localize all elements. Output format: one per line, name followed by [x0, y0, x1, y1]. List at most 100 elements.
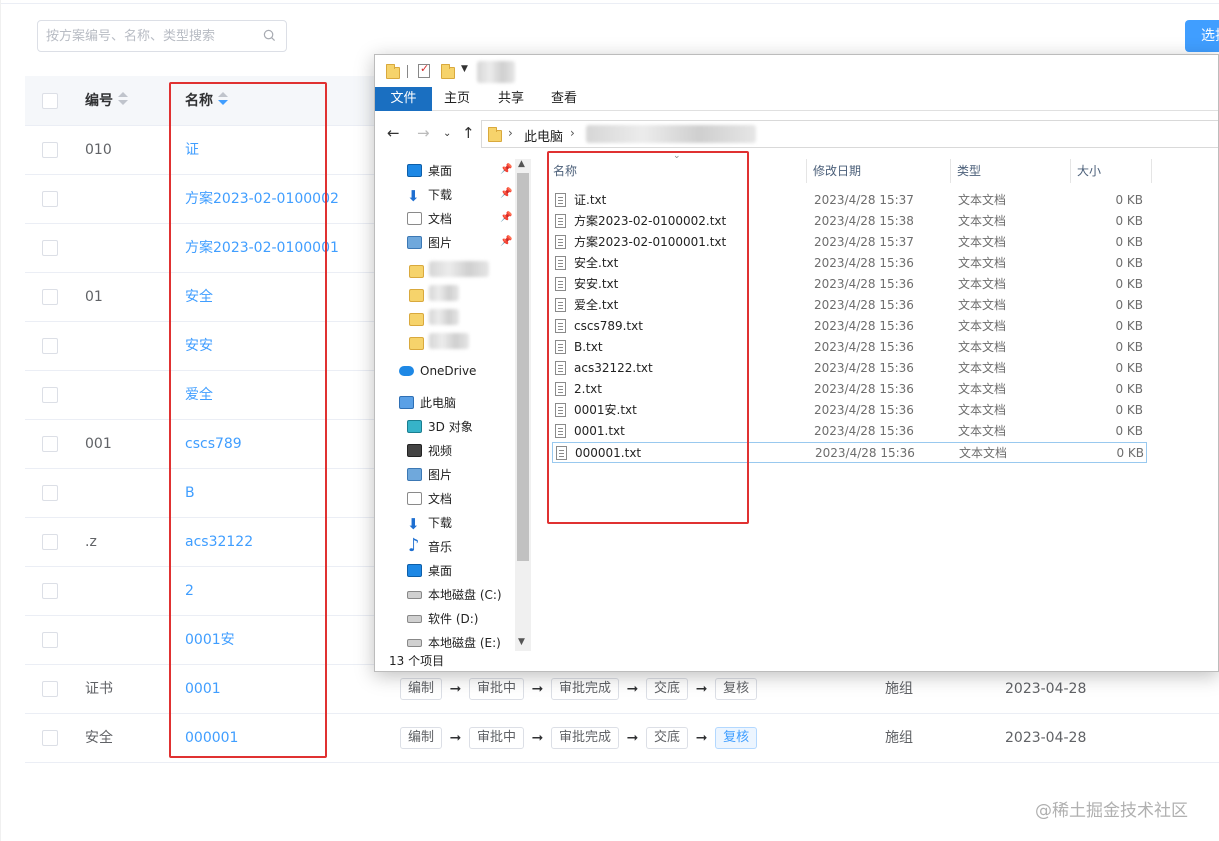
cell-team: 施组	[885, 730, 913, 746]
scroll-down-icon[interactable]: ▼	[518, 637, 525, 647]
picture-icon	[407, 468, 422, 481]
nav-item[interactable]: 图片	[407, 463, 452, 487]
row-checkbox[interactable]	[42, 289, 58, 305]
nav-item-onedrive[interactable]: OneDrive	[399, 359, 476, 383]
nav-item[interactable]: 本地磁盘 (C:)	[407, 583, 502, 607]
col-type[interactable]: 类型	[957, 159, 981, 183]
row-checkbox[interactable]	[42, 583, 58, 599]
nav-item[interactable]: 音乐	[407, 534, 452, 559]
arrow-right-icon: ➞	[695, 681, 708, 697]
file-size: 0 KB	[1115, 256, 1143, 270]
nav-item[interactable]: 下载	[407, 511, 452, 536]
column-divider[interactable]	[806, 159, 807, 183]
sort-icon[interactable]	[118, 92, 128, 106]
workflow-step[interactable]: 审批完成	[551, 727, 620, 749]
forward-arrow-icon[interactable]: →	[417, 124, 430, 142]
workflow-step[interactable]: 交底	[646, 678, 689, 700]
back-arrow-icon[interactable]: ←	[387, 124, 400, 142]
new-folder-icon[interactable]	[441, 64, 455, 79]
drive-icon	[407, 614, 422, 623]
nav-item[interactable]: 图片	[407, 231, 452, 255]
file-size: 0 KB	[1115, 382, 1143, 396]
row-checkbox[interactable]	[42, 387, 58, 403]
row-checkbox[interactable]	[42, 240, 58, 256]
chevron-down-icon[interactable]: ▼	[461, 64, 468, 74]
select-all-checkbox[interactable]	[42, 93, 58, 109]
music-icon	[407, 534, 422, 558]
search-field[interactable]	[37, 20, 287, 52]
nav-item[interactable]: 软件 (D:)	[407, 607, 478, 631]
highlight-box-name-column	[169, 82, 327, 758]
row-checkbox[interactable]	[42, 681, 58, 697]
tab-view[interactable]: 查看	[544, 87, 584, 111]
row-checkbox[interactable]	[42, 485, 58, 501]
workflow-step[interactable]: 编制	[400, 727, 443, 749]
address-bar[interactable]: › 此电脑 ›	[481, 120, 1218, 148]
nav-item[interactable]: 桌面	[407, 559, 452, 583]
row-checkbox[interactable]	[42, 730, 58, 746]
tab-share[interactable]: 共享	[491, 87, 531, 111]
row-checkbox[interactable]	[42, 436, 58, 452]
workflow-step[interactable]: 编制	[400, 678, 443, 700]
workflow-step[interactable]: 审批中	[469, 678, 525, 700]
workflow-step[interactable]: 复核	[715, 678, 758, 700]
pin-icon[interactable]: 📌	[500, 188, 512, 199]
file-type: 文本文档	[958, 403, 1007, 417]
pin-icon[interactable]: 📌	[500, 164, 512, 175]
col-modified[interactable]: 修改日期	[813, 159, 861, 183]
folder-icon	[409, 289, 424, 302]
3d-objects-icon	[407, 420, 422, 433]
row-checkbox[interactable]	[42, 142, 58, 158]
nav-item[interactable]: 文档	[407, 207, 452, 231]
row-checkbox[interactable]	[42, 534, 58, 550]
cell-date: 2023-04-28	[1005, 681, 1087, 697]
quick-access-toolbar: ▼	[375, 55, 1218, 87]
pin-icon[interactable]: 📌	[500, 212, 512, 223]
breadcrumb-chevron-icon[interactable]: ›	[508, 126, 513, 140]
select-button[interactable]: 选择	[1185, 20, 1219, 52]
row-checkbox[interactable]	[42, 632, 58, 648]
workflow-step[interactable]: 审批中	[469, 727, 525, 749]
folder-icon	[409, 313, 424, 326]
nav-item[interactable]: 桌面	[407, 159, 452, 183]
workflow-step[interactable]: 复核	[715, 727, 758, 749]
file-type: 文本文档	[958, 277, 1007, 291]
breadcrumb-chevron-icon[interactable]: ›	[570, 126, 575, 140]
nav-item-this-pc[interactable]: 此电脑	[399, 391, 456, 415]
download-icon	[407, 512, 422, 536]
arrow-right-icon: ➞	[695, 730, 708, 746]
row-checkbox[interactable]	[42, 191, 58, 207]
up-arrow-icon[interactable]: ↑	[462, 124, 475, 142]
tab-file[interactable]: 文件	[375, 87, 432, 111]
tab-home[interactable]: 主页	[437, 87, 477, 111]
nav-scrollbar[interactable]: ▲ ▼	[515, 159, 531, 651]
file-type: 文本文档	[958, 256, 1007, 270]
highlight-box-file-names	[547, 151, 749, 524]
breadcrumb-this-pc[interactable]: 此电脑	[524, 126, 563, 145]
drive-icon	[407, 590, 422, 599]
column-divider[interactable]	[1151, 159, 1152, 183]
header-code[interactable]: 编号	[85, 76, 128, 126]
pin-icon[interactable]: 📌	[500, 236, 512, 247]
nav-item[interactable]: 下载	[407, 183, 452, 208]
search-icon[interactable]	[263, 29, 276, 42]
nav-item[interactable]: 文档	[407, 487, 452, 511]
scroll-up-icon[interactable]: ▲	[518, 159, 525, 169]
ribbon-tabs: 文件 主页 共享 查看	[375, 87, 1218, 111]
column-divider[interactable]	[1070, 159, 1071, 183]
arrow-right-icon: ➞	[626, 730, 639, 746]
nav-item[interactable]: 视频	[407, 439, 452, 463]
recent-chevron-icon[interactable]: ⌄	[443, 128, 451, 139]
col-size[interactable]: 大小	[1077, 159, 1101, 183]
arrow-right-icon: ➞	[531, 730, 544, 746]
file-size: 0 KB	[1116, 446, 1144, 460]
properties-icon[interactable]	[418, 62, 430, 78]
nav-item[interactable]: 3D 对象	[407, 415, 473, 439]
workflow-step[interactable]: 审批完成	[551, 678, 620, 700]
nav-item-label: 桌面	[428, 164, 453, 178]
workflow-step[interactable]: 交底	[646, 727, 689, 749]
row-checkbox[interactable]	[42, 338, 58, 354]
scroll-thumb[interactable]	[517, 173, 529, 561]
search-input[interactable]	[38, 21, 258, 51]
column-divider[interactable]	[950, 159, 951, 183]
